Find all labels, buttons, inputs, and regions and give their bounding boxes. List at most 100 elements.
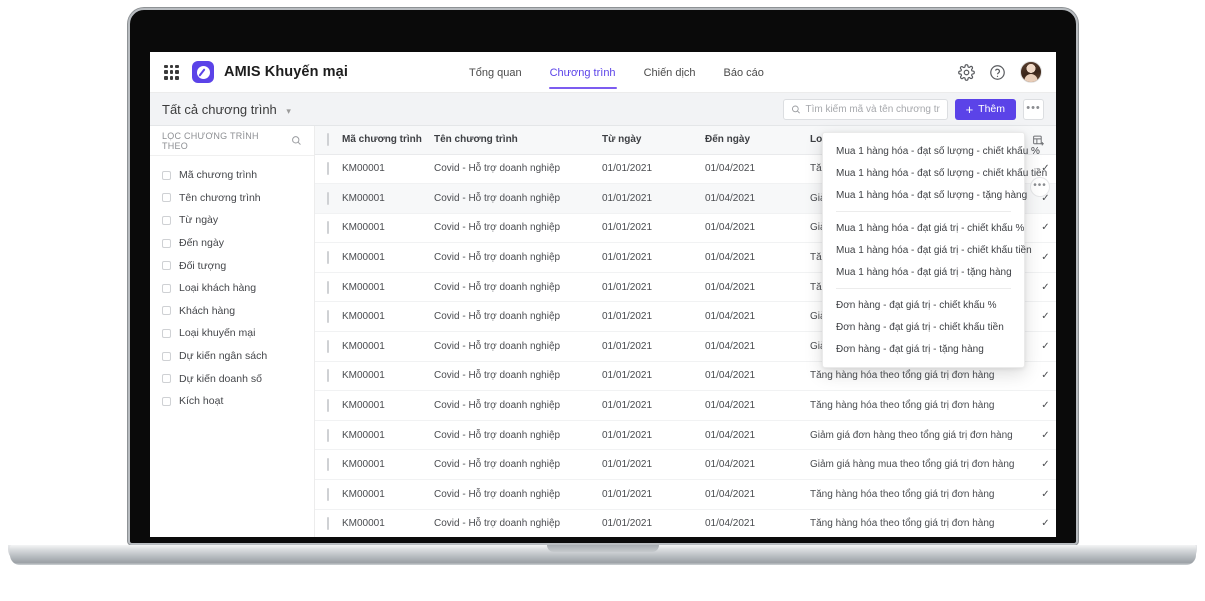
cell-from: 01/01/2021 [602, 272, 705, 303]
cell-to: 01/04/2021 [705, 331, 810, 362]
cell-active: ✓ [1035, 361, 1056, 392]
filter-item-ten-chuong-trinh[interactable]: Tên chương trình [150, 187, 314, 210]
cell-to: 01/04/2021 [705, 449, 810, 481]
question-circle-icon[interactable] [989, 64, 1006, 81]
add-program-label: Thêm [978, 103, 1005, 115]
cell-code: KM00001 [342, 154, 434, 185]
row-checkbox[interactable] [327, 428, 329, 442]
cell-active: ✓ [1035, 420, 1056, 451]
filter-item-khach-hang[interactable]: Khách hàng [150, 300, 314, 323]
dropdown-item-qty-gift[interactable]: Mua 1 hàng hóa - đạt số lượng - tặng hàn… [823, 184, 1027, 206]
filter-label: Từ ngày [179, 214, 219, 227]
checkbox[interactable] [162, 261, 171, 271]
row-checkbox[interactable] [327, 310, 329, 324]
dropdown-item-value-discount-percent[interactable]: Mua 1 hàng hóa - đạt giá trị - chiết khấ… [823, 217, 1024, 239]
col-ma-chuong-trinh[interactable]: Mã chương trình [342, 126, 434, 155]
col-tu-ngay[interactable]: Từ ngày [602, 126, 705, 155]
dropdown-item-qty-discount-percent[interactable]: Mua 1 hàng hóa - đạt số lượng - chiết kh… [823, 140, 1040, 162]
filter-item-du-kien-ngan-sach[interactable]: Dự kiến ngân sách [150, 345, 314, 368]
filter-item-doi-tuong[interactable]: Đối tượng [150, 254, 314, 277]
cell-name: Covid - Hỗ trợ doanh nghiệp [434, 390, 602, 421]
dropdown-item-order-gift[interactable]: Đơn hàng - đạt giá trị - tặng hàng [823, 338, 1024, 360]
filter-item-den-ngay[interactable]: Đến ngày [150, 232, 314, 255]
page-toolbar: Tất cả chương trình ▾ + Thêm ••• [150, 93, 1056, 126]
application-window: AMIS Khuyến mại Tổng quan Chương trình C… [150, 52, 1056, 537]
cell-from: 01/01/2021 [602, 390, 705, 421]
filter-item-loai-khach-hang[interactable]: Loại khách hàng [150, 277, 314, 300]
dropdown-item-order-discount-percent[interactable]: Đơn hàng - đạt giá trị - chiết khấu % [823, 294, 1024, 316]
row-checkbox[interactable] [327, 487, 329, 501]
checkbox[interactable] [162, 328, 171, 338]
row-checkbox[interactable] [327, 191, 329, 205]
cell-active: ✓ [1035, 390, 1056, 421]
filter-item-loai-khuyen-mai[interactable]: Loại khuyến mại [150, 322, 314, 345]
search-box[interactable] [782, 98, 948, 120]
cell-code: KM00001 [342, 420, 434, 451]
cell-to: 01/04/2021 [705, 361, 810, 392]
row-checkbox[interactable] [327, 280, 329, 294]
apps-grid-icon[interactable] [164, 64, 179, 80]
cell-active: ✓ [1035, 242, 1056, 273]
search-input[interactable] [805, 103, 940, 115]
dropdown-item-value-gift[interactable]: Mua 1 hàng hóa - đạt giá trị - tặng hàng [823, 261, 1024, 283]
nav-tab-bao-cao[interactable]: Báo cáo [723, 52, 765, 93]
filter-item-kich-hoat[interactable]: Kích hoạt [150, 390, 314, 413]
cell-to: 01/04/2021 [705, 272, 810, 303]
row-checkbox[interactable] [327, 458, 329, 472]
col-ten-chuong-trinh[interactable]: Tên chương trình [434, 126, 602, 155]
checkbox[interactable] [162, 351, 171, 361]
nav-tab-tong-quan[interactable]: Tổng quan [468, 52, 523, 93]
ellipsis-icon: ••• [1033, 180, 1047, 191]
row-checkbox[interactable] [327, 339, 329, 353]
checkbox[interactable] [162, 306, 171, 316]
promotion-type-dropdown[interactable]: Mua 1 hàng hóa - đạt số lượng - chiết kh… [822, 132, 1047, 368]
checkbox[interactable] [162, 374, 171, 384]
table-row[interactable]: KM00001 Covid - Hỗ trợ doanh nghiệp 01/0… [315, 449, 1056, 481]
table-row[interactable]: KM00001 Covid - Hỗ trợ doanh nghiệp 01/0… [315, 509, 1056, 537]
cell-code: KM00001 [342, 213, 434, 244]
nav-tab-chuong-trinh[interactable]: Chương trình [548, 52, 617, 93]
cell-name: Covid - Hỗ trợ doanh nghiệp [434, 331, 602, 362]
toolbar-more-button[interactable]: ••• [1023, 98, 1044, 120]
checkbox[interactable] [162, 238, 171, 248]
row-more-button[interactable]: ••• [1030, 177, 1050, 197]
col-den-ngay[interactable]: Đến ngày [705, 126, 810, 155]
checkbox[interactable] [162, 396, 171, 406]
cell-name: Covid - Hỗ trợ doanh nghiệp [434, 509, 602, 537]
table-row[interactable]: KM00001 Covid - Hỗ trợ doanh nghiệp 01/0… [315, 420, 1056, 451]
cell-name: Covid - Hỗ trợ doanh nghiệp [434, 420, 602, 451]
checkbox[interactable] [162, 193, 171, 203]
app-header: AMIS Khuyến mại Tổng quan Chương trình C… [150, 52, 1056, 93]
filter-item-du-kien-doanh-so[interactable]: Dự kiến doanh số [150, 367, 314, 390]
row-checkbox[interactable] [327, 369, 329, 383]
page-title[interactable]: Tất cả chương trình ▾ [162, 102, 291, 117]
checkbox[interactable] [162, 170, 171, 180]
nav-tab-chien-dich[interactable]: Chiến dịch [643, 52, 697, 93]
row-checkbox[interactable] [327, 399, 329, 413]
cell-from: 01/01/2021 [602, 449, 705, 481]
dropdown-item-qty-discount-amount[interactable]: Mua 1 hàng hóa - đạt số lượng - chiết kh… [823, 162, 1047, 184]
cell-name: Covid - Hỗ trợ doanh nghiệp [434, 272, 602, 303]
gear-icon[interactable] [958, 63, 975, 81]
add-program-button[interactable]: + Thêm [954, 98, 1016, 120]
row-checkbox[interactable] [327, 517, 329, 531]
plus-icon: + [965, 101, 974, 117]
cell-from: 01/01/2021 [602, 420, 705, 451]
select-all-checkbox[interactable] [327, 133, 329, 147]
table-row[interactable]: KM00001 Covid - Hỗ trợ doanh nghiệp 01/0… [315, 390, 1056, 421]
filter-item-ma-chuong-trinh[interactable]: Mã chương trình [150, 164, 314, 187]
dropdown-item-order-discount-amount[interactable]: Đơn hàng - đạt giá trị - chiết khấu tiền [823, 316, 1024, 338]
cell-active: ✓ [1035, 509, 1056, 537]
row-checkbox[interactable] [327, 162, 329, 176]
checkbox[interactable] [162, 215, 171, 225]
row-checkbox[interactable] [327, 251, 329, 265]
checkbox[interactable] [162, 283, 171, 293]
search-icon[interactable] [291, 135, 302, 146]
user-avatar[interactable] [1020, 61, 1042, 83]
table-row[interactable]: KM00001 Covid - Hỗ trợ doanh nghiệp 01/0… [315, 479, 1056, 510]
cell-name: Covid - Hỗ trợ doanh nghiệp [434, 449, 602, 481]
row-checkbox[interactable] [327, 221, 329, 235]
dropdown-item-value-discount-amount[interactable]: Mua 1 hàng hóa - đạt giá trị - chiết khấ… [823, 239, 1032, 261]
filter-item-tu-ngay[interactable]: Từ ngày [150, 209, 314, 232]
filter-label: Kích hoạt [179, 395, 224, 408]
